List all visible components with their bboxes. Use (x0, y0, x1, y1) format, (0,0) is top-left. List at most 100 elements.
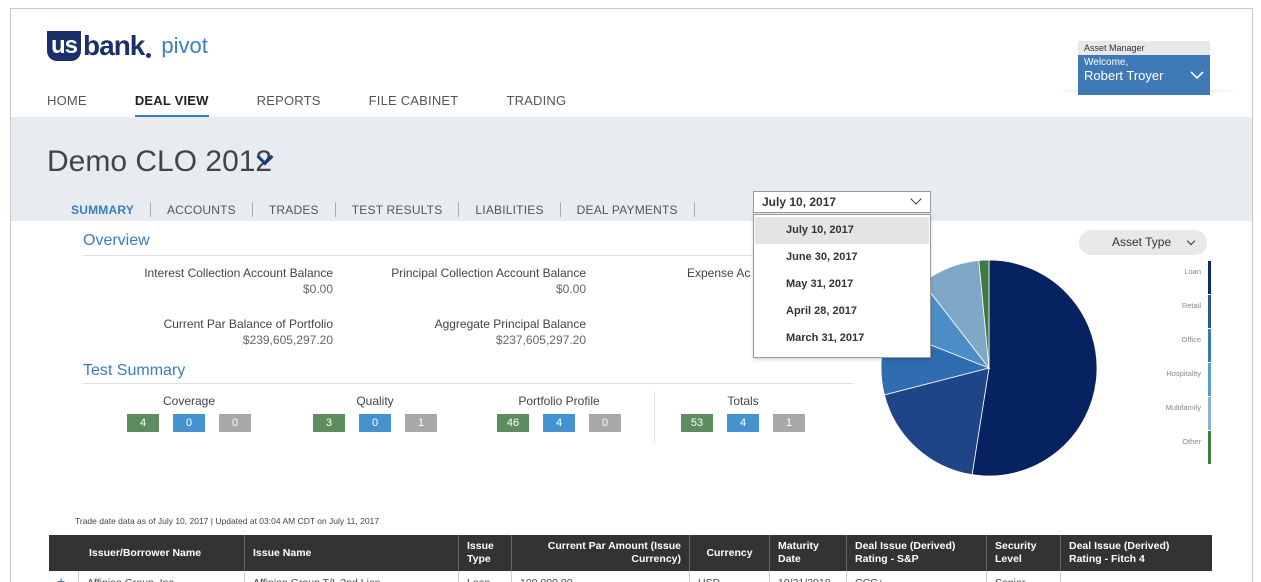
legend-item[interactable]: Hospitality (1121, 363, 1211, 397)
legend-item[interactable]: Multifamily (1121, 397, 1211, 431)
test-group-label: Quality (356, 394, 394, 408)
legend-item[interactable]: Other (1121, 431, 1211, 465)
table-cell: Affinion Group, Inc. (79, 571, 245, 582)
table-cell: 10/31/2018 (770, 571, 847, 582)
user-box[interactable]: Welcome, Robert Troyer (1078, 55, 1210, 95)
tab-trades[interactable]: TRADES (259, 203, 329, 217)
legend-label: Other (1182, 437, 1201, 446)
table-cell: Affinion Group T/L 2nd Lien (245, 571, 459, 582)
date-option[interactable]: June 30, 2017 (755, 244, 929, 271)
date-option[interactable]: May 31, 2017 (755, 271, 929, 298)
aggregate-principal-label: Aggregate Principal Balance (434, 317, 586, 331)
holdings-table-header: Issuer/Borrower Name Issue Name Issue Ty… (49, 535, 1212, 571)
test-group-label: Coverage (162, 394, 216, 408)
expand-row-icon[interactable]: + (49, 571, 79, 582)
column-header[interactable]: Current Par Amount (Issue Currency) (512, 535, 690, 571)
table-cell: Loan (459, 571, 512, 582)
nav-trading[interactable]: TRADING (506, 93, 566, 114)
usbank-pivot-logo[interactable]: us bank pivot (47, 29, 208, 63)
fail-count-badge[interactable]: 1 (405, 414, 437, 432)
fail-count-badge[interactable]: 1 (773, 414, 805, 432)
table-cell: USD (690, 571, 770, 582)
deal-subnav: SUMMARY ACCOUNTS TRADES TEST RESULTS LIA… (71, 202, 701, 217)
test-summary-title: Test Summary (83, 362, 186, 379)
legend-label: Retail (1181, 301, 1201, 310)
nav-reports[interactable]: REPORTS (257, 93, 321, 114)
pie-slice-loan[interactable] (971, 259, 1098, 477)
legend-item[interactable]: Office (1121, 329, 1211, 363)
fail-count-badge[interactable]: 0 (219, 414, 251, 432)
date-select[interactable]: July 10, 2017 (753, 191, 931, 213)
header: us bank pivot HOME DEAL VIEW REPORTS FIL… (11, 9, 1252, 118)
tab-divider (251, 202, 253, 217)
trade-date-note: Trade date data as of July 10, 2017 | Up… (75, 516, 379, 526)
pass-count-badge[interactable]: 4 (127, 414, 159, 432)
test-group-totals: Totals 53 4 1 (681, 394, 805, 432)
column-header[interactable]: Issue Type (459, 535, 512, 571)
principal-collection-label: Principal Collection Account Balance (391, 266, 586, 280)
interest-collection-label: Interest Collection Account Balance (144, 266, 333, 280)
nav-file-cabinet[interactable]: FILE CABINET (369, 93, 459, 114)
tab-liabilities[interactable]: LIABILITIES (465, 203, 553, 217)
tab-divider (149, 202, 151, 217)
legend-label: Multifamily (1165, 403, 1201, 412)
test-group-quality: Quality 3 0 1 (313, 394, 437, 432)
legend-swatch (1208, 397, 1211, 430)
nav-home[interactable]: HOME (47, 93, 87, 114)
tab-accounts[interactable]: ACCOUNTS (157, 203, 246, 217)
overview-title: Overview (83, 232, 150, 249)
column-header[interactable]: Security Level (987, 535, 1061, 571)
table-cell: 100,000.00 (512, 571, 690, 582)
column-header[interactable]: Maturity Date (770, 535, 847, 571)
column-header[interactable]: Currency (690, 535, 770, 571)
logo-bank: bank (83, 30, 145, 61)
aggregate-principal-balance: Aggregate Principal Balance $237,605,297… (391, 317, 586, 347)
asset-type-legend: Loan Retail Office Hospitality Multifami… (1121, 261, 1211, 465)
fail-count-badge[interactable]: 0 (589, 414, 621, 432)
date-select-value: July 10, 2017 (762, 195, 837, 209)
principal-collection-balance: Principal Collection Account Balance $0.… (371, 266, 586, 296)
test-group-label: Portfolio Profile (518, 394, 600, 408)
legend-label: Office (1181, 335, 1201, 344)
legend-label: Loan (1184, 267, 1201, 276)
test-summary-divider (83, 383, 853, 384)
test-group-portfolio-profile: Portfolio Profile 46 4 0 (497, 394, 621, 432)
tab-deal-payments[interactable]: DEAL PAYMENTS (567, 203, 688, 217)
logo-us: us (47, 31, 82, 61)
column-header[interactable]: Issuer/Borrower Name (49, 535, 245, 571)
tab-test-results[interactable]: TEST RESULTS (342, 203, 453, 217)
current-par-label: Current Par Balance of Portfolio (163, 317, 333, 331)
legend-item[interactable]: Loan (1121, 261, 1211, 295)
column-header[interactable]: Deal Issue (Derived) Rating - S&P (847, 535, 987, 571)
warn-count-badge[interactable]: 0 (359, 414, 391, 432)
nav-deal-view[interactable]: DEAL VIEW (134, 93, 209, 118)
warn-count-badge[interactable]: 0 (173, 414, 205, 432)
column-header[interactable]: Deal Issue (Derived) Rating - Fitch 4 (1061, 535, 1212, 571)
date-option[interactable]: April 28, 2017 (755, 298, 929, 325)
warn-count-badge[interactable]: 4 (727, 414, 759, 432)
table-row[interactable]: + Affinion Group, Inc. Affinion Group T/… (49, 571, 1212, 582)
pass-count-badge[interactable]: 46 (497, 414, 529, 432)
column-header[interactable]: Issue Name (245, 535, 459, 571)
chevron-down-icon (910, 193, 922, 205)
warn-count-badge[interactable]: 4 (543, 414, 575, 432)
test-group-coverage: Coverage 4 0 0 (127, 394, 251, 432)
chevron-down-icon[interactable] (1190, 69, 1204, 83)
legend-swatch (1208, 363, 1211, 396)
asset-type-select[interactable]: Asset Type (1079, 230, 1207, 255)
deal-title: Demo CLO 2012 (47, 145, 273, 178)
test-group-label: Totals (727, 394, 759, 408)
pass-count-badge[interactable]: 53 (681, 414, 713, 432)
chevron-down-icon (1186, 236, 1196, 246)
logo-product: pivot (161, 33, 208, 58)
tab-divider (458, 202, 460, 217)
pass-count-badge[interactable]: 3 (313, 414, 345, 432)
deal-band: Demo CLO 2012 SUMMARY ACCOUNTS TRADES TE… (11, 117, 1252, 221)
legend-item[interactable]: Retail (1121, 295, 1211, 329)
user-menu[interactable]: Asset Manager Welcome, Robert Troyer (1078, 41, 1210, 95)
date-option[interactable]: July 10, 2017 (755, 217, 929, 244)
tab-summary[interactable]: SUMMARY (71, 203, 144, 217)
table-cell: CCC+ (847, 571, 987, 582)
date-option[interactable]: March 31, 2017 (755, 325, 929, 352)
current-par-value: $239,605,297.20 (242, 333, 333, 347)
